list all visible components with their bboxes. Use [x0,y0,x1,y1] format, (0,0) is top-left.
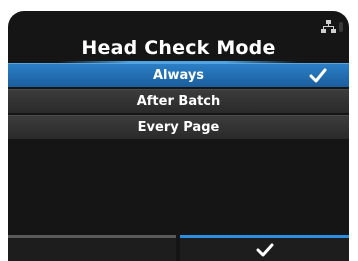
option-label: Always [152,68,205,83]
page-title: Head Check Mode [81,37,276,59]
option-every-page[interactable]: Every Page [8,115,349,139]
indicator-icon [339,22,343,32]
check-icon [256,243,273,257]
printer-display: Head Check Mode Always After Batch Every… [8,11,349,261]
check-icon [309,68,327,83]
option-always[interactable]: Always [8,63,349,87]
option-label: After Batch [136,94,221,109]
confirm-softkey[interactable] [180,235,349,261]
option-after-batch[interactable]: After Batch [8,89,349,113]
status-bar [321,19,343,35]
back-softkey[interactable] [8,235,176,261]
option-list: Always After Batch Every Page [8,63,349,141]
softkey-bar [8,235,349,261]
network-icon [321,20,336,33]
option-label: Every Page [137,120,220,135]
